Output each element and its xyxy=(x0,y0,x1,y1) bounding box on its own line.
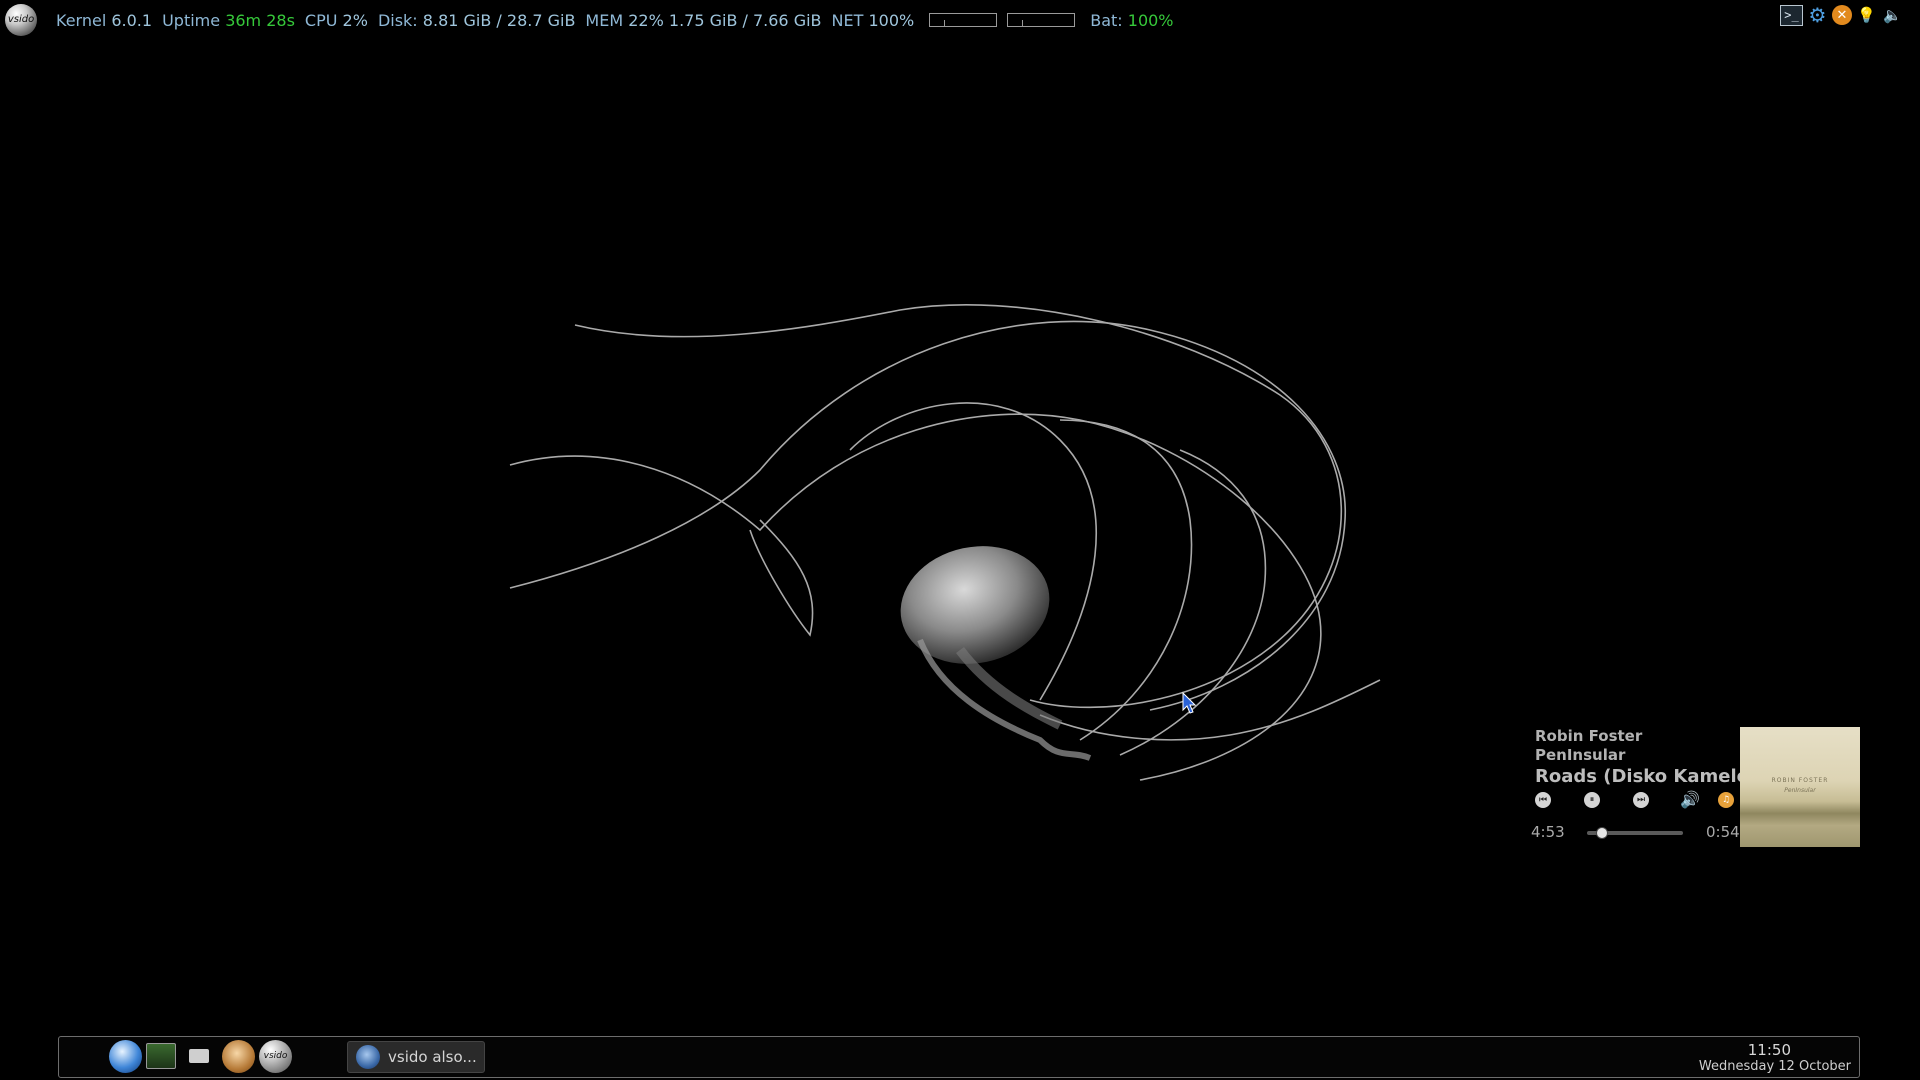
launcher-system-monitor-icon[interactable] xyxy=(146,1043,176,1069)
taskbar-window-button[interactable]: vsido also... xyxy=(347,1041,485,1073)
task-window-label: vsido also... xyxy=(388,1048,477,1066)
stats-row: Kernel 6.0.1 Uptime 36m 28s CPU 2% Disk:… xyxy=(56,9,1174,31)
bottom-taskbar: vsido vsido also... 11:50 Wednesday 12 O… xyxy=(58,1036,1860,1078)
mouse-cursor-icon xyxy=(1182,692,1196,714)
launcher-browser-icon[interactable] xyxy=(222,1040,255,1073)
net-up-graph xyxy=(1007,13,1076,27)
kernel-label: Kernel xyxy=(56,10,107,30)
next-track-button[interactable]: ⏭ xyxy=(1633,792,1649,808)
launcher-file-manager-icon[interactable] xyxy=(189,1049,209,1063)
pause-button[interactable]: ⏸ xyxy=(1584,792,1600,808)
player-app-icon[interactable]: ♫ xyxy=(1718,792,1734,808)
seek-bar[interactable] xyxy=(1587,827,1683,839)
net-value: 100% xyxy=(868,10,915,30)
battery-label: Bat: xyxy=(1090,10,1123,30)
task-window-icon xyxy=(356,1045,380,1069)
disk-value: 8.81 GiB / 28.7 GiB xyxy=(422,10,576,30)
previous-track-button[interactable]: ⏮ xyxy=(1535,792,1551,808)
mem-value: 22% 1.75 GiB / 7.66 GiB xyxy=(628,10,822,30)
vsido-logo-icon[interactable]: vsido xyxy=(5,4,37,36)
jellyfish-wallpaper xyxy=(0,0,1920,1080)
track-title: Roads (Disko Kameleon xyxy=(1535,766,1750,787)
lightbulb-icon[interactable]: 💡 xyxy=(1855,4,1878,27)
system-stats-bar: vsido Kernel 6.0.1 Uptime 36m 28s CPU 2%… xyxy=(0,0,1920,40)
album-art: ROBIN FOSTER PenInsular xyxy=(1740,727,1860,847)
system-tray: >_ ⚙ ✕ 💡 🔈 xyxy=(1780,3,1904,27)
launcher-vsido-icon[interactable]: vsido xyxy=(259,1040,292,1073)
album-art-title: ROBIN FOSTER xyxy=(1771,777,1829,784)
clock-date[interactable]: Wednesday 12 October xyxy=(1699,1059,1851,1074)
track-album: PenInsular xyxy=(1535,746,1626,764)
track-artist: Robin Foster xyxy=(1535,727,1643,745)
settings-gear-icon[interactable]: ⚙ xyxy=(1806,3,1829,27)
uptime-value: 36m 28s xyxy=(225,10,295,30)
launcher-globe-icon[interactable] xyxy=(109,1040,142,1073)
mem-label: MEM xyxy=(585,10,624,30)
remaining-time: 0:54 xyxy=(1706,823,1740,841)
battery-value: 100% xyxy=(1127,10,1174,30)
cpu-value: 2% xyxy=(342,10,368,30)
music-player-widget: Robin Foster PenInsular Roads (Disko Kam… xyxy=(1525,726,1865,851)
cpu-label: CPU xyxy=(304,10,338,30)
net-down-graph xyxy=(929,13,998,27)
terminal-icon[interactable]: >_ xyxy=(1780,4,1803,26)
kernel-value: 6.0.1 xyxy=(111,10,153,30)
disk-label: Disk: xyxy=(377,10,418,30)
seek-handle[interactable] xyxy=(1596,827,1609,839)
uptime-label: Uptime xyxy=(162,10,221,30)
close-app-icon[interactable]: ✕ xyxy=(1832,5,1852,25)
volume-icon[interactable]: 🔈 xyxy=(1881,4,1904,27)
net-label: NET xyxy=(831,10,864,30)
album-art-subtitle: PenInsular xyxy=(1784,787,1816,794)
elapsed-time: 4:53 xyxy=(1531,823,1565,841)
player-volume-icon[interactable]: 🔊 xyxy=(1680,790,1700,810)
clock-time[interactable]: 11:50 xyxy=(1748,1041,1791,1059)
